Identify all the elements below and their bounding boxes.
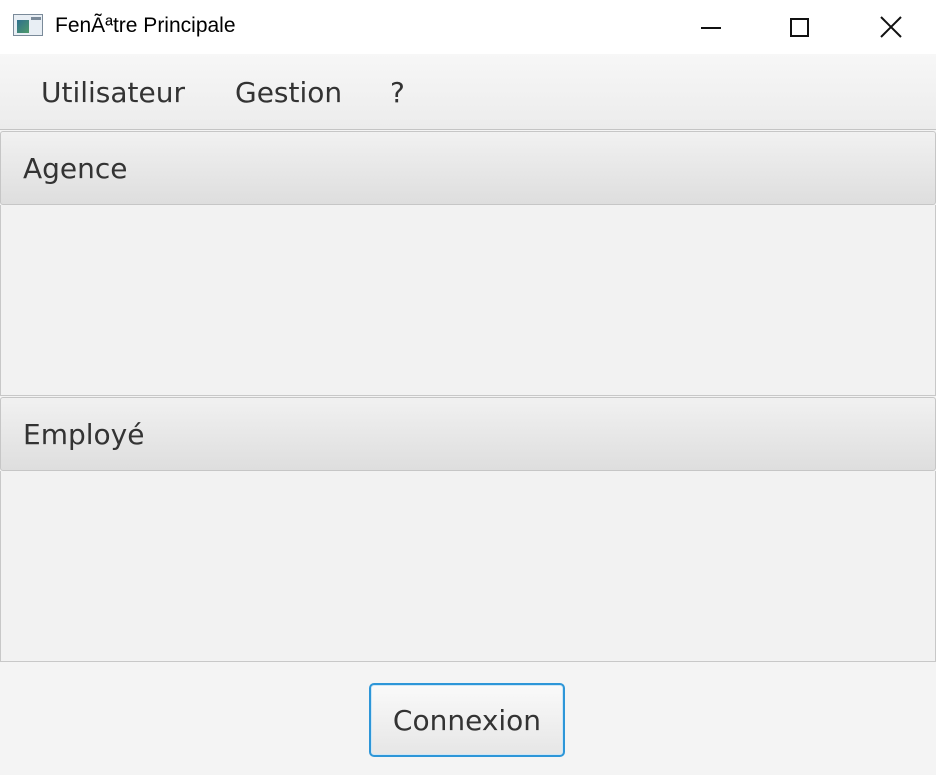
close-icon [880, 16, 902, 38]
app-icon [13, 14, 43, 36]
minimize-icon [701, 27, 721, 29]
close-button[interactable] [846, 0, 936, 54]
agence-pane-title: Agence [23, 152, 128, 185]
employe-pane-content [0, 471, 936, 662]
title-bar[interactable]: FenÃªtre Principale [0, 0, 936, 54]
employe-pane: Employé [0, 397, 936, 662]
minimize-button[interactable] [666, 0, 756, 54]
menu-bar: Utilisateur Gestion ? [0, 54, 936, 130]
connexion-button[interactable]: Connexion [369, 683, 565, 757]
menu-gestion[interactable]: Gestion [235, 76, 342, 109]
employe-pane-header[interactable]: Employé [0, 397, 936, 471]
employe-pane-title: Employé [23, 418, 145, 451]
window-title: FenÃªtre Principale [55, 14, 236, 37]
main-window: FenÃªtre Principale Utilisateur Gestion … [0, 0, 936, 775]
menu-help[interactable]: ? [390, 76, 405, 109]
maximize-button[interactable] [754, 0, 844, 54]
agence-pane-header[interactable]: Agence [0, 131, 936, 205]
menu-utilisateur[interactable]: Utilisateur [41, 76, 185, 109]
maximize-icon [789, 17, 809, 37]
agence-pane-content [0, 205, 936, 396]
agence-pane: Agence [0, 131, 936, 396]
